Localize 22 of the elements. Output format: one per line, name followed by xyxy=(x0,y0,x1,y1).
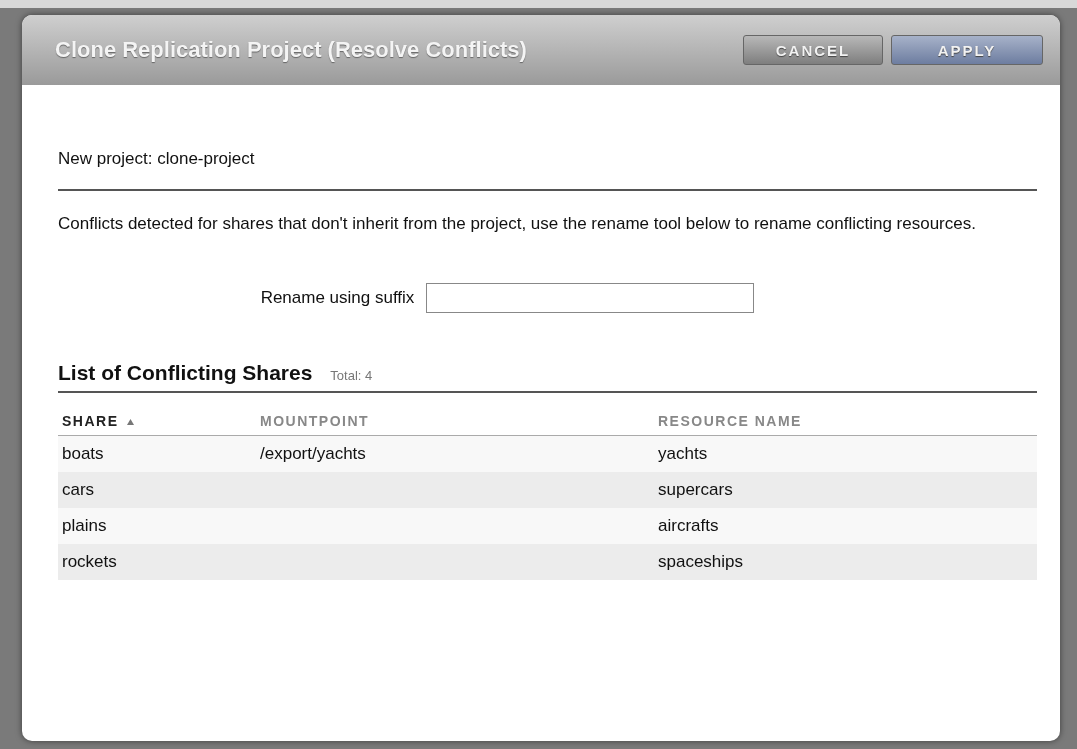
apply-button[interactable]: APPLY xyxy=(891,35,1043,65)
table-cell: aircrafts xyxy=(658,516,719,535)
table-cell: spaceships xyxy=(658,552,744,571)
dialog-title: Clone Replication Project (Resolve Conflicts) xyxy=(55,37,528,63)
table-cell: plains xyxy=(62,516,107,535)
new-project-text: New project: clone-project xyxy=(58,85,1037,191)
cancel-button[interactable]: CANCEL xyxy=(743,35,883,65)
rename-label: Rename using suffix xyxy=(260,288,415,308)
table-cell: yachts xyxy=(658,444,708,463)
suffix-input-field[interactable] xyxy=(426,283,755,313)
sort-ascending-icon xyxy=(126,419,134,426)
column-header[interactable]: RESOURCE NAME xyxy=(654,407,1037,436)
conflict-message: Conflicts detected for shares that don't inherit from the project, use the rename tool below to rename conflicting resources. xyxy=(58,213,977,235)
column-header[interactable]: MOUNTPOINT xyxy=(256,407,654,436)
table-cell: rockets xyxy=(62,552,117,571)
table-cell: boats xyxy=(62,444,104,463)
table-cell: /export/yachts xyxy=(260,444,366,463)
table-cell: cars xyxy=(62,480,95,499)
list-title: List of Conflicting Shares xyxy=(58,361,313,385)
column-header[interactable]: SHARE xyxy=(58,407,256,436)
table-cell: supercars xyxy=(658,480,733,499)
total-count: Total: 4 xyxy=(330,368,373,383)
